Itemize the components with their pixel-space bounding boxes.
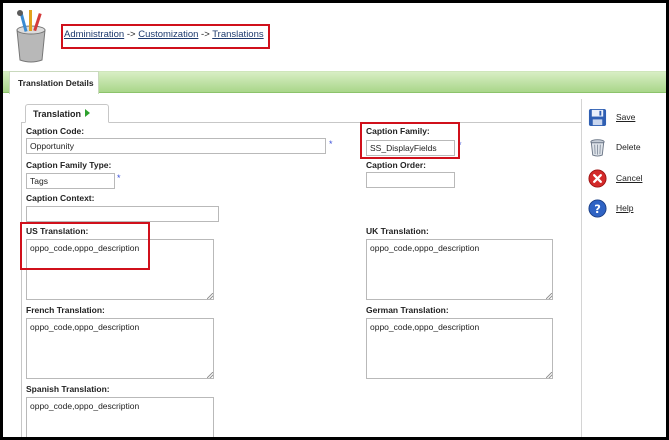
tab-translation-details[interactable]: Translation Details — [9, 71, 99, 94]
panel-tab-label: Translation — [33, 109, 82, 119]
caption-context-label: Caption Context: — [26, 193, 95, 203]
caption-code-field[interactable]: Opportunity — [26, 138, 326, 154]
delete-label: Delete — [616, 142, 641, 152]
caption-family-type-label: Caption Family Type: — [26, 160, 112, 170]
tools-logo-icon — [16, 10, 46, 63]
tab-bar — [3, 71, 666, 93]
caption-context-field[interactable] — [26, 206, 219, 222]
cancel-button[interactable]: Cancel — [588, 168, 642, 188]
spanish-translation-textarea[interactable]: oppo_code,oppo_description — [26, 397, 214, 437]
resize-grip[interactable] — [207, 293, 213, 299]
required-marker: * — [329, 139, 333, 149]
resize-grip[interactable] — [546, 372, 552, 378]
french-translation-label: French Translation: — [26, 305, 105, 315]
save-button[interactable]: Save — [588, 107, 635, 127]
help-label: Help — [616, 203, 634, 213]
caption-family-highlight-box — [360, 122, 460, 159]
required-marker: * — [117, 173, 121, 183]
spanish-translation-label: Spanish Translation: — [26, 384, 110, 394]
german-translation-label: German Translation: — [366, 305, 449, 315]
svg-text:?: ? — [594, 201, 601, 215]
us-translation-highlight-box — [20, 222, 150, 270]
trash-can-icon — [590, 138, 605, 157]
delete-button[interactable]: Delete — [588, 137, 641, 157]
uk-translation-textarea[interactable]: oppo_code,oppo_description — [366, 239, 553, 300]
uk-translation-label: UK Translation: — [366, 226, 429, 236]
german-translation-textarea[interactable]: oppo_code,oppo_description — [366, 318, 553, 379]
help-button[interactable]: ? Help — [588, 198, 633, 218]
resize-grip[interactable] — [546, 293, 552, 299]
cancel-x-icon — [588, 168, 607, 188]
panel-tab-translation[interactable]: Translation — [25, 104, 109, 123]
french-translation-textarea[interactable]: oppo_code,oppo_description — [26, 318, 214, 379]
cancel-label: Cancel — [616, 173, 643, 183]
breadcrumb-highlight-box — [61, 24, 270, 49]
save-label: Save — [616, 112, 636, 122]
caption-order-label: Caption Order: — [366, 160, 426, 170]
caption-family-type-field[interactable]: Tags — [26, 173, 115, 189]
caption-code-label: Caption Code: — [26, 126, 85, 136]
resize-grip[interactable] — [207, 372, 213, 378]
action-column-divider — [581, 99, 582, 437]
screenshot-frame: Administration -> Customization -> Trans… — [3, 3, 666, 437]
caption-order-field[interactable] — [366, 172, 455, 188]
save-disk-icon — [588, 108, 607, 126]
help-question-icon: ? — [588, 198, 607, 218]
play-arrow-icon — [85, 109, 91, 117]
